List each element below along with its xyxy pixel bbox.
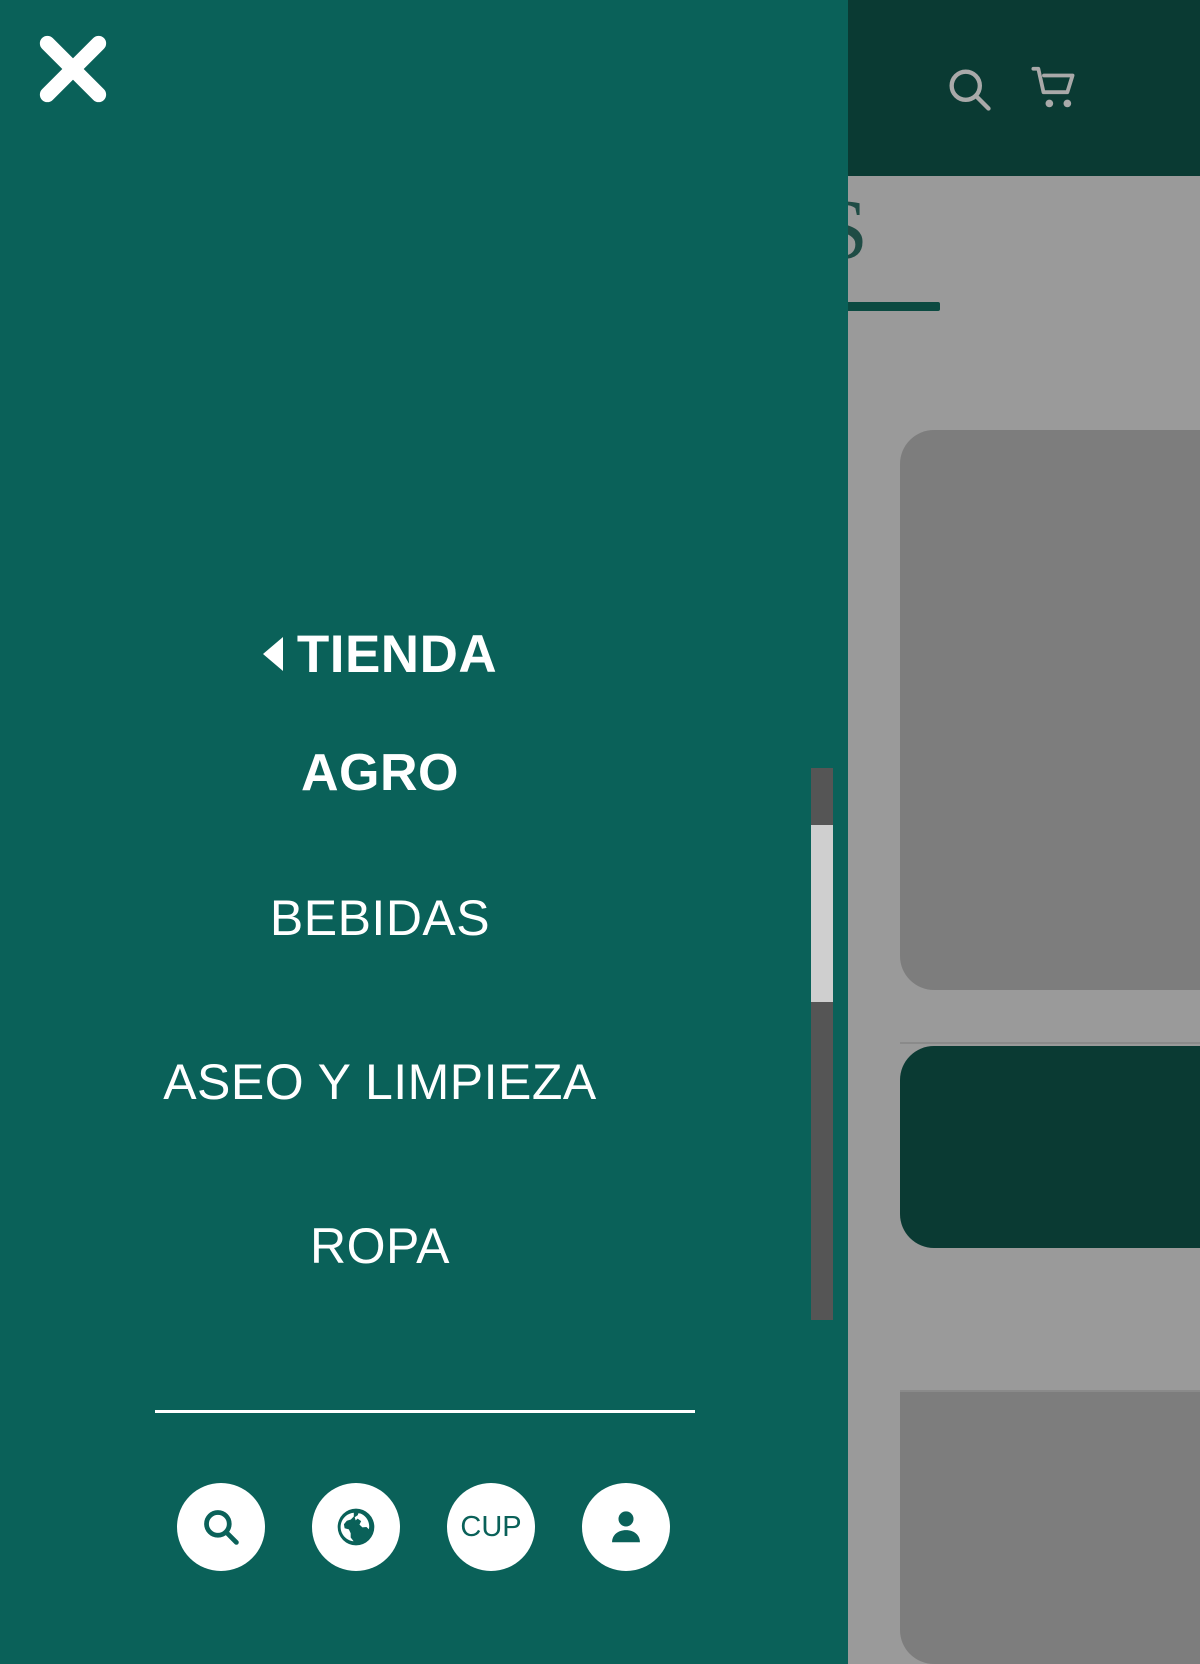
menu-scrollbar-thumb[interactable]: [811, 825, 833, 1002]
menu-item-ropa[interactable]: ROPA: [0, 1164, 760, 1328]
menu-item-bebidas[interactable]: BEBIDAS: [0, 836, 760, 1000]
menu-scrollbar[interactable]: [811, 768, 833, 1320]
content-divider: [900, 1042, 1200, 1044]
menu-item-label: ASEO Y LIMPIEZA: [163, 1054, 597, 1110]
app-root: S TIENDA AGRO: [0, 0, 1200, 1664]
search-icon[interactable]: [177, 1483, 265, 1571]
globe-icon[interactable]: [312, 1483, 400, 1571]
close-icon[interactable]: [28, 24, 118, 114]
content-card[interactable]: [900, 430, 1200, 990]
user-icon[interactable]: [582, 1483, 670, 1571]
currency-label: CUP: [460, 1510, 522, 1543]
shopping-cart-icon[interactable]: [1026, 58, 1088, 120]
menu-item-label: BEBIDAS: [269, 890, 491, 946]
menu-item-current-label: AGRO: [301, 744, 459, 802]
currency-button[interactable]: CUP: [447, 1483, 535, 1571]
caret-left-icon: [262, 637, 283, 671]
drawer-divider: [155, 1410, 695, 1413]
menu-item-parent-label: TIENDA: [296, 625, 498, 684]
menu-item-current-agro[interactable]: AGRO: [0, 710, 760, 836]
drawer-actions: CUP: [177, 1483, 670, 1571]
menu-item-label: ROPA: [310, 1218, 450, 1274]
search-icon[interactable]: [938, 58, 1000, 120]
content-card[interactable]: [900, 1392, 1200, 1664]
content-card-highlighted[interactable]: [900, 1046, 1200, 1248]
menu-item-aseo-y-limpieza[interactable]: ASEO Y LIMPIEZA: [0, 1000, 760, 1164]
category-drawer: TIENDA AGRO BEBIDAS ASEO Y LIMPIEZA ROPA: [0, 0, 848, 1664]
menu-item-parent-tienda[interactable]: TIENDA: [0, 600, 760, 710]
category-menu: TIENDA AGRO BEBIDAS ASEO Y LIMPIEZA ROPA: [0, 600, 760, 1328]
